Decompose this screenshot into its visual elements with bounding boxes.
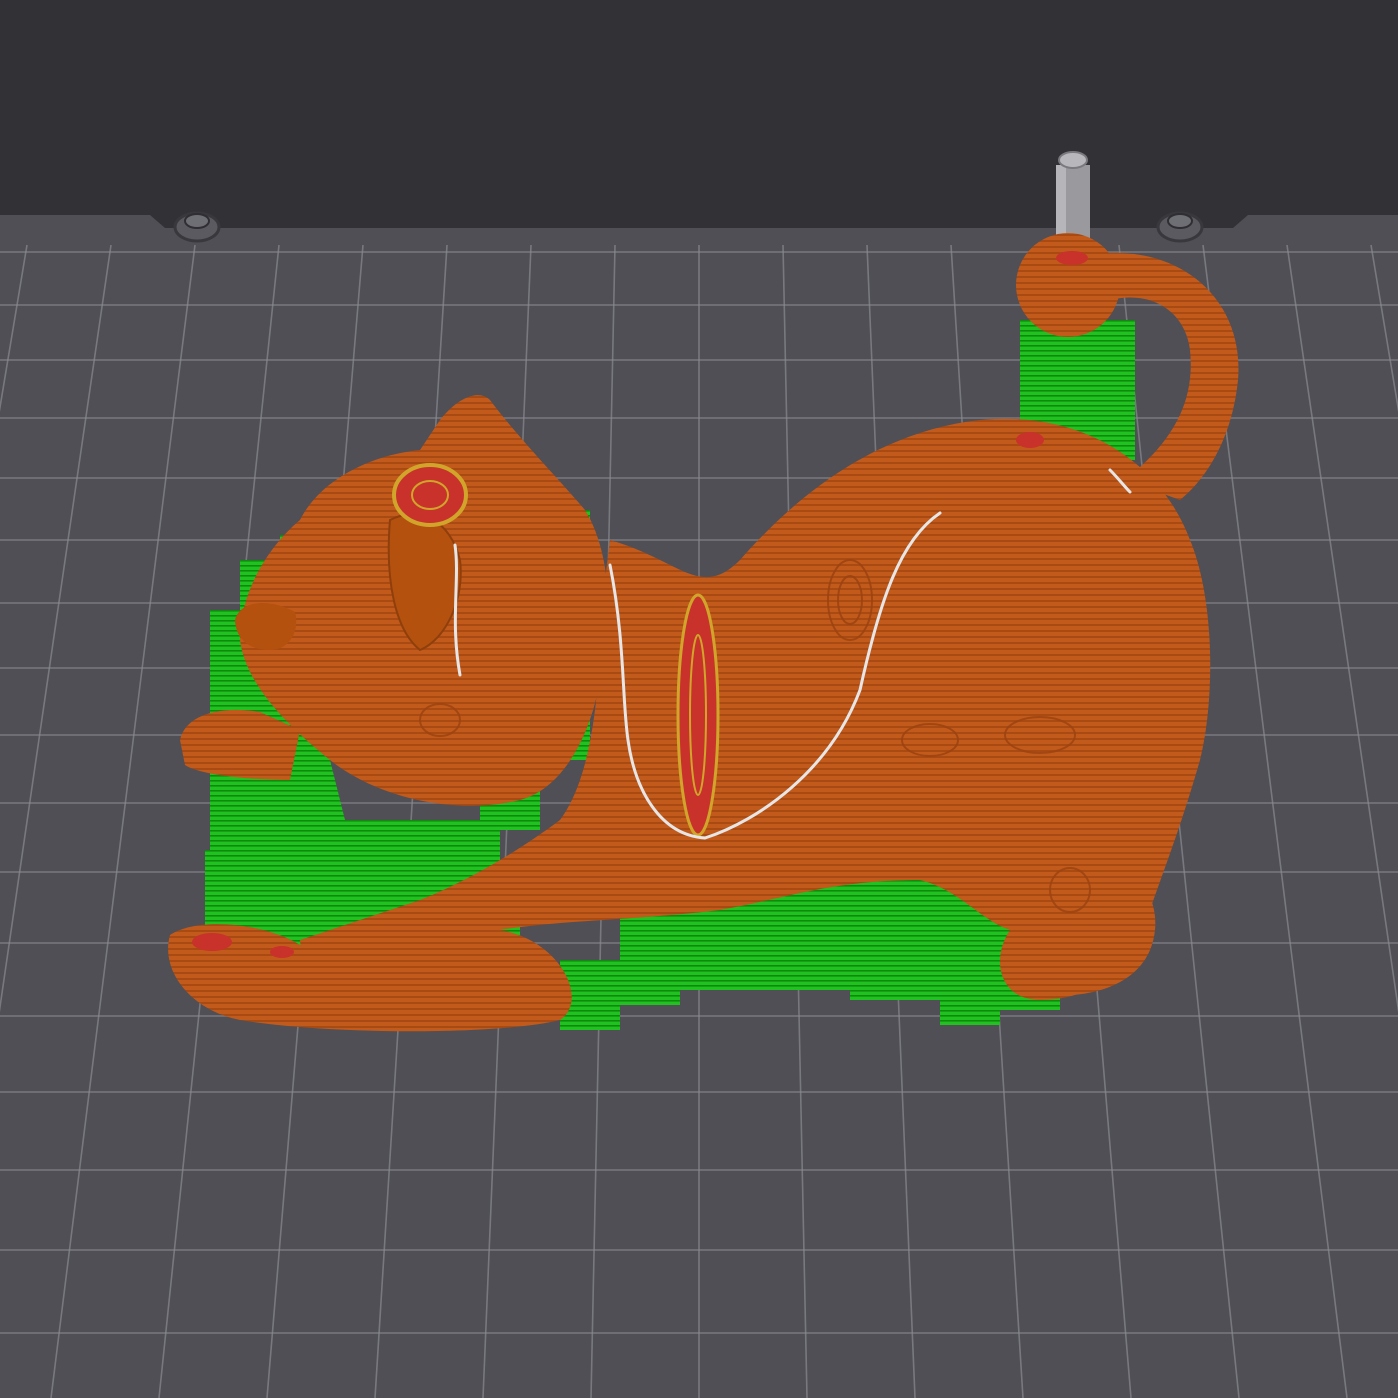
- cat-model: [168, 233, 1239, 1032]
- 3d-viewport[interactable]: [0, 0, 1398, 1398]
- slice-preview-scene[interactable]: [0, 0, 1398, 1398]
